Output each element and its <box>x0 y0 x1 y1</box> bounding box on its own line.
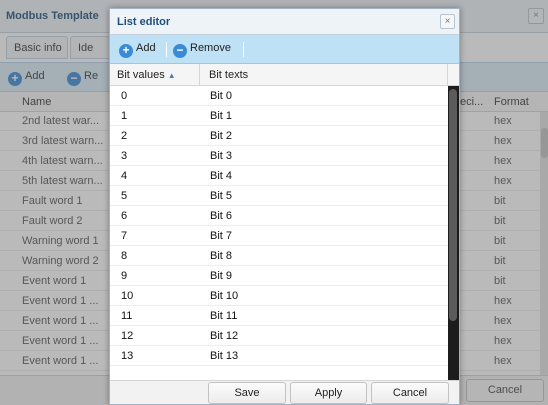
bit-value-cell[interactable]: 9 <box>121 270 127 282</box>
close-icon[interactable]: × <box>440 14 455 29</box>
dialog-footer: Save Apply Cancel <box>110 380 459 404</box>
list-item[interactable]: 8 Bit 8 <box>110 247 448 266</box>
remove-button[interactable]: − Remove <box>173 42 231 58</box>
list-item[interactable]: 13 Bit 13 <box>110 347 448 366</box>
list-item[interactable]: 7 Bit 7 <box>110 227 448 246</box>
bit-text-cell[interactable]: Bit 9 <box>210 270 232 282</box>
bit-text-cell[interactable]: Bit 5 <box>210 190 232 202</box>
scrollbar-thumb[interactable] <box>449 89 457 321</box>
bit-value-cell[interactable]: 1 <box>121 110 127 122</box>
bit-value-cell[interactable]: 10 <box>121 290 133 302</box>
bit-text-cell[interactable]: Bit 2 <box>210 130 232 142</box>
list-item[interactable]: 1 Bit 1 <box>110 107 448 126</box>
bit-value-cell[interactable]: 8 <box>121 250 127 262</box>
plus-circle-icon: + <box>119 44 133 58</box>
bit-value-cell[interactable]: 6 <box>121 210 127 222</box>
list-item[interactable]: 11 Bit 11 <box>110 307 448 326</box>
grid-body: 0 Bit 0 1 Bit 1 2 Bit 2 3 Bit 3 4 Bit 4 5 Bit 5 6 Bit… <box>110 86 448 380</box>
list-item[interactable]: 6 Bit 6 <box>110 207 448 226</box>
bit-value-cell[interactable]: 3 <box>121 150 127 162</box>
minus-circle-icon: − <box>173 44 187 58</box>
list-item[interactable]: 2 Bit 2 <box>110 127 448 146</box>
bit-text-cell[interactable]: Bit 7 <box>210 230 232 242</box>
list-item[interactable]: 5 Bit 5 <box>110 187 448 206</box>
save-button[interactable]: Save <box>208 382 286 404</box>
scrollbar[interactable] <box>448 86 459 380</box>
cancel-button[interactable]: Cancel <box>371 382 449 404</box>
column-header-bit-values[interactable]: Bit values ▲ <box>110 64 200 86</box>
add-button[interactable]: + Add <box>119 42 156 58</box>
bit-text-cell[interactable]: Bit 11 <box>210 310 237 322</box>
dialog-titlebar: List editor × <box>110 9 459 35</box>
remove-button-label: Remove <box>190 42 231 54</box>
bit-text-cell[interactable]: Bit 13 <box>210 350 238 362</box>
bit-value-cell[interactable]: 4 <box>121 170 127 182</box>
column-header-bit-values-label: Bit values <box>117 69 165 81</box>
list-item[interactable]: 12 Bit 12 <box>110 327 448 346</box>
list-item[interactable]: 10 Bit 10 <box>110 287 448 306</box>
bit-value-cell[interactable]: 7 <box>121 230 127 242</box>
bit-text-cell[interactable]: Bit 6 <box>210 210 232 222</box>
add-button-label: Add <box>136 42 156 54</box>
list-item[interactable]: 9 Bit 9 <box>110 267 448 286</box>
list-item[interactable]: 4 Bit 4 <box>110 167 448 186</box>
toolbar-separator <box>166 42 167 57</box>
bit-value-cell[interactable]: 13 <box>121 350 133 362</box>
bit-text-cell[interactable]: Bit 1 <box>210 110 232 122</box>
bit-text-cell[interactable]: Bit 0 <box>210 90 232 102</box>
bit-text-cell[interactable]: Bit 10 <box>210 290 238 302</box>
list-item[interactable]: 3 Bit 3 <box>110 147 448 166</box>
list-item[interactable]: 0 Bit 0 <box>110 87 448 106</box>
bit-text-cell[interactable]: Bit 3 <box>210 150 232 162</box>
apply-button[interactable]: Apply <box>290 382 367 404</box>
grid-header: Bit values ▲ Bit texts <box>110 64 459 86</box>
bit-value-cell[interactable]: 11 <box>121 310 132 322</box>
bit-value-cell[interactable]: 5 <box>121 190 127 202</box>
dialog-toolbar: + Add − Remove <box>110 35 459 64</box>
bit-text-cell[interactable]: Bit 8 <box>210 250 232 262</box>
list-editor-dialog: List editor × + Add − Remove Bit values ▲ B… <box>109 8 460 405</box>
sort-ascending-icon: ▲ <box>167 71 176 80</box>
bit-value-cell[interactable]: 0 <box>121 90 127 102</box>
bit-text-cell[interactable]: Bit 4 <box>210 170 232 182</box>
bit-value-cell[interactable]: 12 <box>121 330 133 342</box>
bit-value-cell[interactable]: 2 <box>121 130 127 142</box>
column-header-bit-texts[interactable]: Bit texts <box>200 64 448 86</box>
toolbar-separator <box>243 42 244 57</box>
dialog-title: List editor <box>117 16 171 28</box>
bit-text-cell[interactable]: Bit 12 <box>210 330 238 342</box>
